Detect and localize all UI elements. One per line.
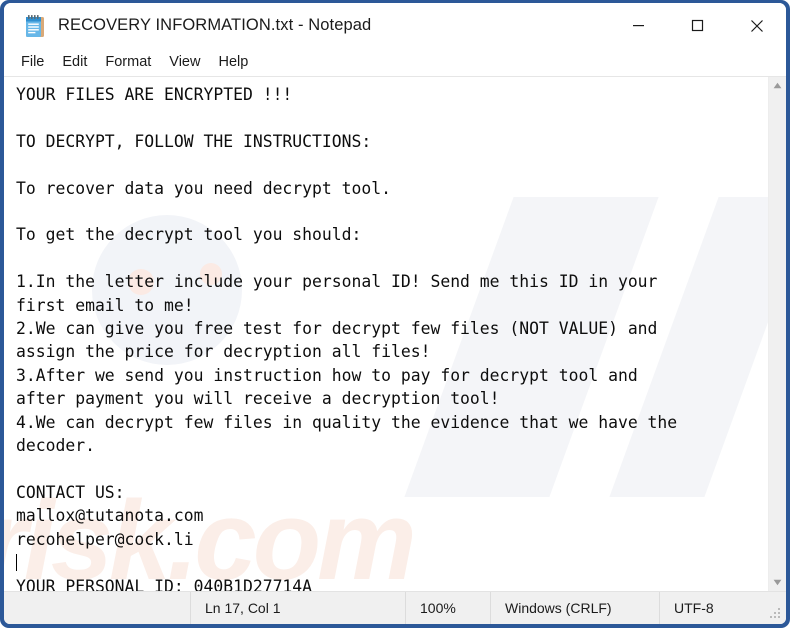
status-cursor-position[interactable]: Ln 17, Col 1 bbox=[191, 592, 406, 624]
scrollbar-track[interactable] bbox=[769, 94, 786, 574]
menu-item-help[interactable]: Help bbox=[209, 51, 257, 73]
status-encoding[interactable]: UTF-8 bbox=[660, 592, 786, 624]
text-caret bbox=[16, 554, 17, 572]
editor-region: risk.com YOUR FILES ARE ENCRYPTED !!! TO… bbox=[4, 77, 786, 591]
document-body: YOUR FILES ARE ENCRYPTED !!! TO DECRYPT,… bbox=[16, 85, 678, 549]
minimize-button[interactable] bbox=[609, 3, 668, 48]
close-button[interactable] bbox=[727, 3, 786, 48]
status-spacer bbox=[4, 592, 191, 624]
menu-bar: File Edit Format View Help bbox=[4, 48, 786, 77]
window-client-area: RECOVERY INFORMATION.txt - Notepad File … bbox=[4, 3, 786, 624]
document-text: YOUR FILES ARE ENCRYPTED !!! TO DECRYPT,… bbox=[4, 77, 768, 591]
scroll-up-button[interactable] bbox=[769, 77, 786, 94]
resize-grip-icon[interactable] bbox=[770, 608, 782, 620]
scroll-up-icon bbox=[773, 82, 782, 89]
status-bar: Ln 17, Col 1 100% Windows (CRLF) UTF-8 bbox=[4, 591, 786, 624]
status-zoom-level[interactable]: 100% bbox=[406, 592, 491, 624]
document-trailing: YOUR PERSONAL ID: 040B1D27714A bbox=[16, 576, 313, 591]
title-bar[interactable]: RECOVERY INFORMATION.txt - Notepad bbox=[4, 3, 786, 48]
scroll-down-button[interactable] bbox=[769, 574, 786, 591]
menu-item-file[interactable]: File bbox=[12, 51, 53, 73]
maximize-button[interactable] bbox=[668, 3, 727, 48]
notepad-icon bbox=[24, 14, 46, 38]
maximize-icon bbox=[691, 19, 704, 32]
minimize-icon bbox=[633, 25, 644, 27]
window-controls bbox=[609, 3, 786, 48]
menu-item-format[interactable]: Format bbox=[96, 51, 160, 73]
window-title: RECOVERY INFORMATION.txt - Notepad bbox=[58, 16, 372, 34]
text-area[interactable]: risk.com YOUR FILES ARE ENCRYPTED !!! TO… bbox=[4, 77, 768, 591]
notepad-window: RECOVERY INFORMATION.txt - Notepad File … bbox=[0, 0, 790, 628]
menu-item-edit[interactable]: Edit bbox=[53, 51, 96, 73]
status-line-ending[interactable]: Windows (CRLF) bbox=[491, 592, 660, 624]
vertical-scrollbar[interactable] bbox=[768, 77, 786, 591]
menu-item-view[interactable]: View bbox=[160, 51, 209, 73]
scroll-down-icon bbox=[773, 579, 782, 586]
close-icon bbox=[750, 19, 763, 32]
